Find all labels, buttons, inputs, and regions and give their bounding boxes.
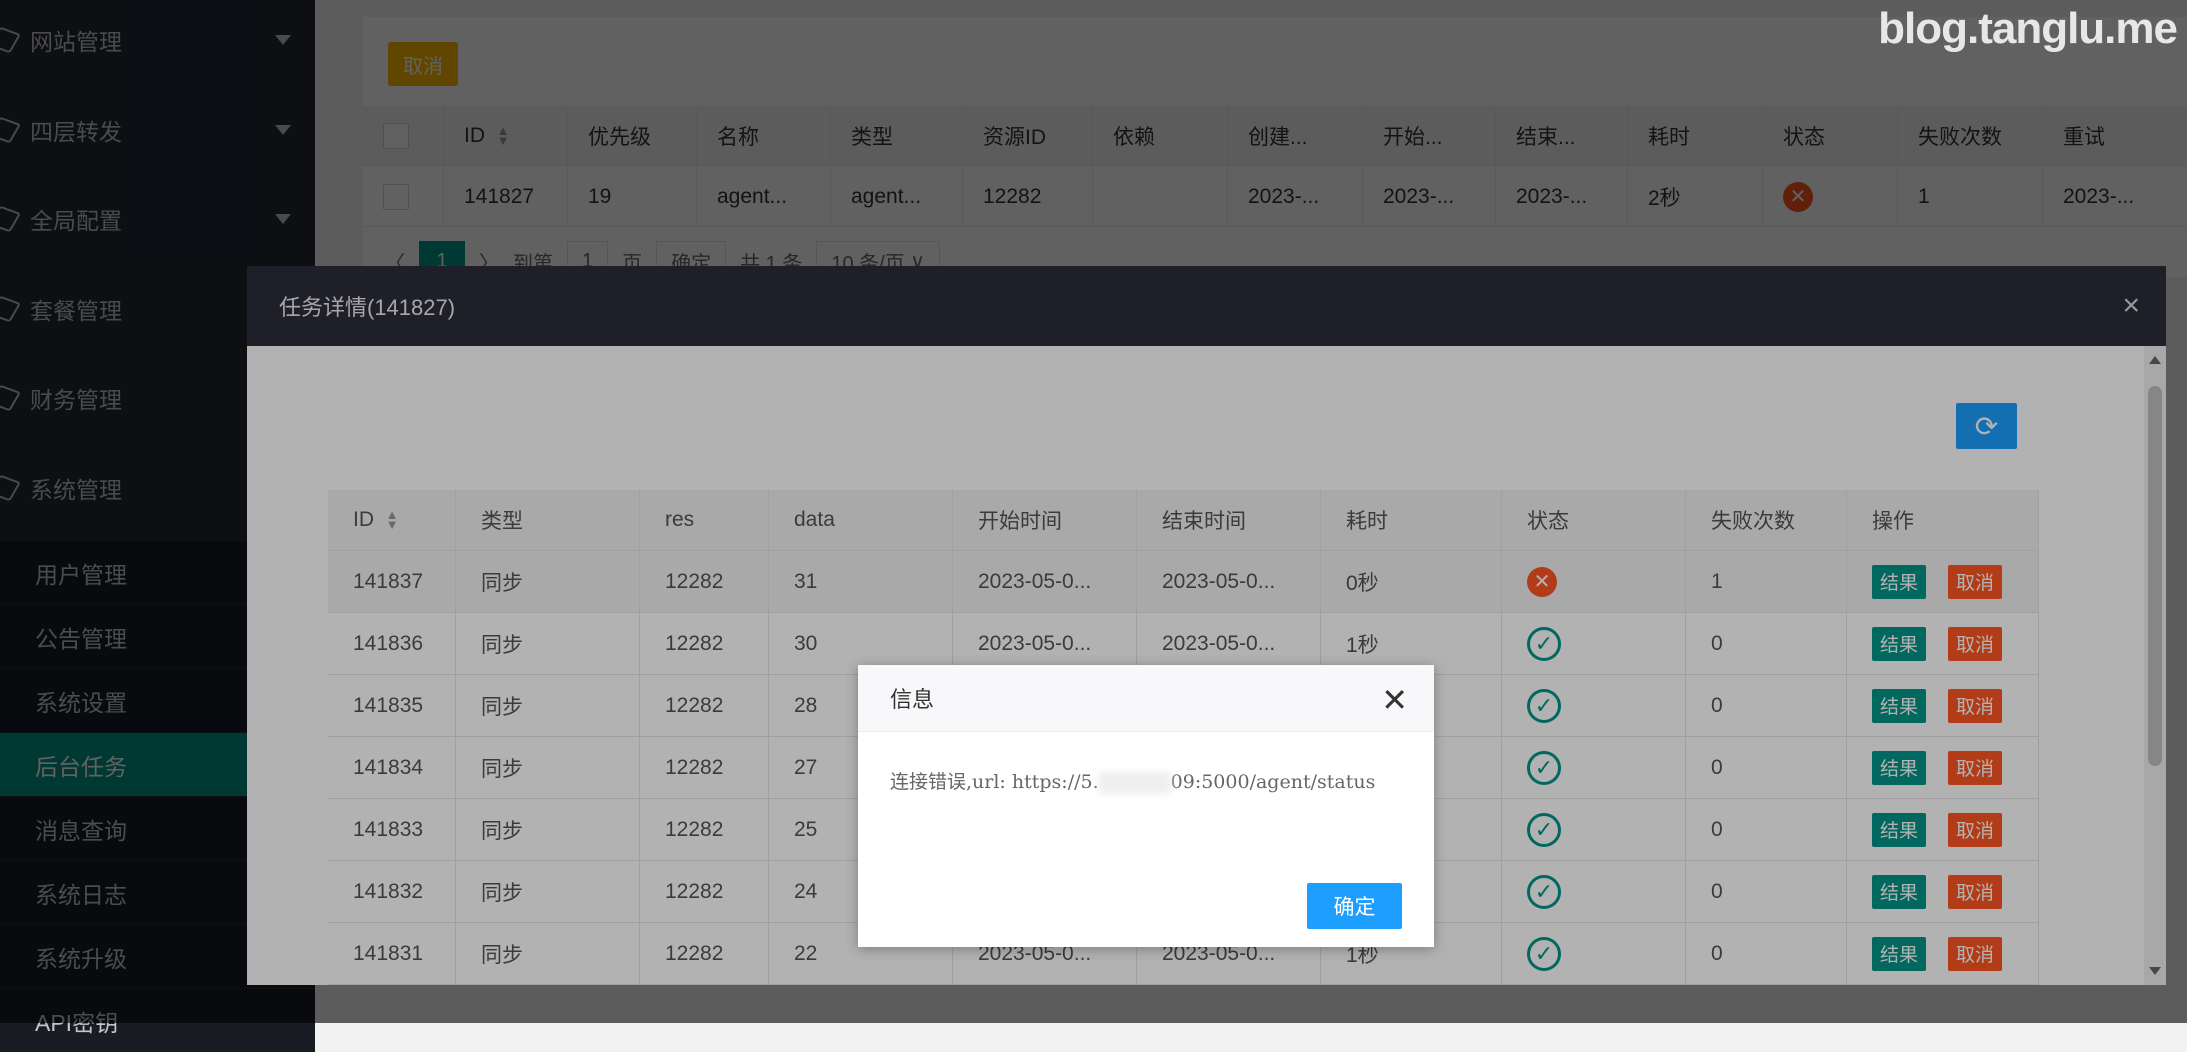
dialog-message: 连接错误,url: https://5. 09:5000/agent/status bbox=[858, 732, 1434, 832]
message-suffix: 09:5000/agent/status bbox=[1171, 771, 1376, 793]
dialog-title: 信息 bbox=[890, 682, 934, 714]
close-icon[interactable]: ✕ bbox=[1381, 681, 1408, 719]
redacted-ip bbox=[1099, 772, 1171, 794]
watermark: blog.tanglu.me bbox=[1878, 4, 2177, 54]
info-dialog: 信息 ✕ 连接错误,url: https://5. 09:5000/agent/s… bbox=[858, 665, 1434, 947]
dialog-header: 信息 ✕ bbox=[858, 665, 1434, 732]
message-prefix: 连接错误,url: https://5. bbox=[890, 771, 1099, 793]
ok-button[interactable]: 确定 bbox=[1307, 883, 1402, 929]
